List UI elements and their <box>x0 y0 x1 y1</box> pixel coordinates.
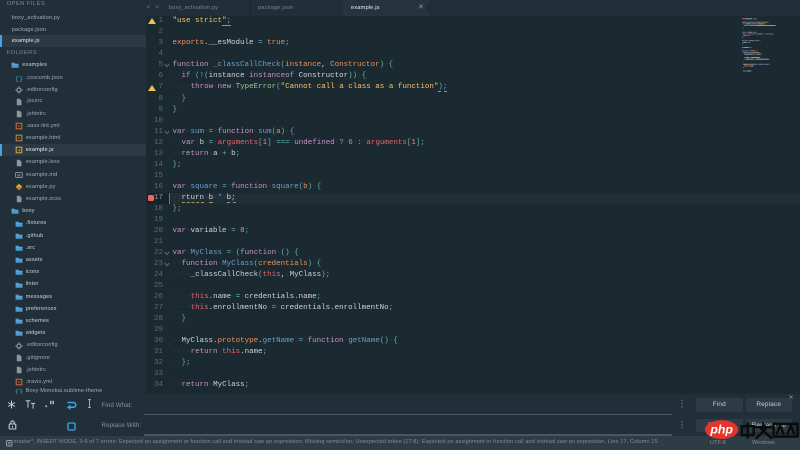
svg-text:M: M <box>17 174 20 178</box>
svg-text:{}: {} <box>15 76 23 82</box>
svg-text:php: php <box>709 423 733 437</box>
